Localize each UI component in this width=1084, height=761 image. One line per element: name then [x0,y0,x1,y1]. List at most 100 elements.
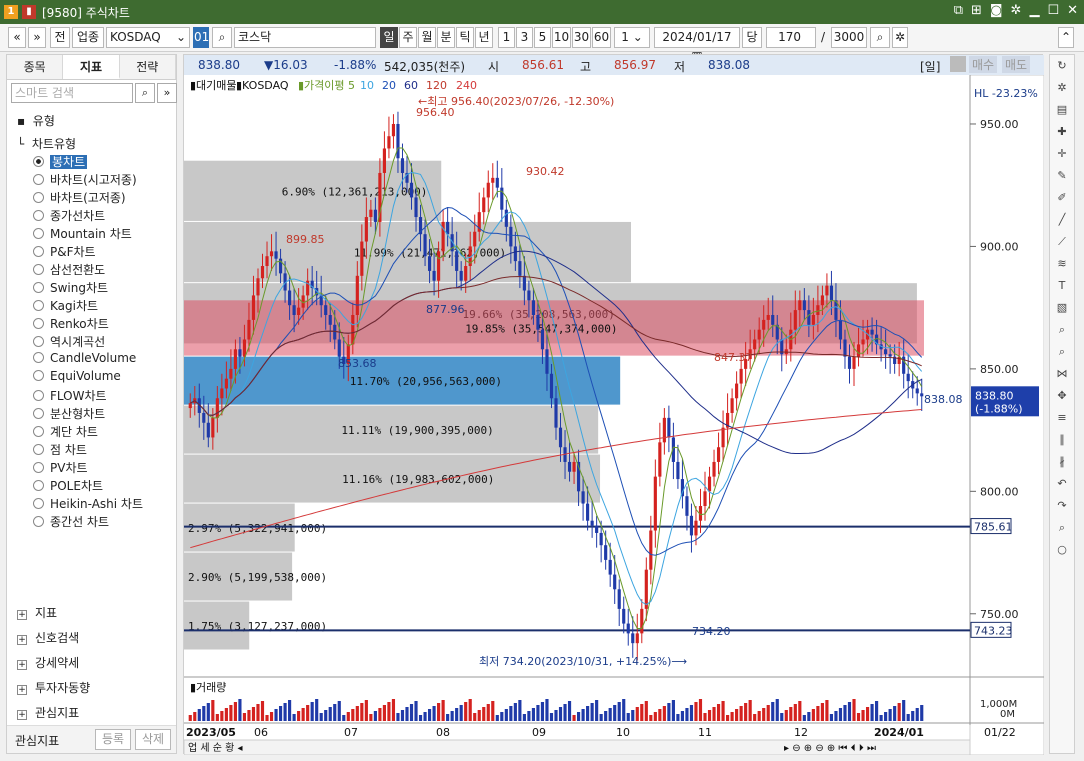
zoom-icon[interactable]: ⌕ [1050,341,1074,363]
register-button[interactable]: 등록 [95,729,131,750]
buy-button[interactable]: 매수 [969,56,998,73]
pattern-icon[interactable]: ✥ [1050,385,1074,407]
section-favorite[interactable]: + 관심지표 [17,704,79,721]
chart-type-item[interactable]: 점 차트 [33,441,87,458]
period-tab[interactable]: 주 [399,27,417,48]
mult-button[interactable]: 60 [592,27,611,48]
chart-type-item[interactable]: EquiVolume [33,369,121,383]
zoom-icon[interactable]: ⌕ [870,27,890,48]
maximize-icon[interactable]: ☐ [1047,3,1059,18]
search-icon[interactable]: ⌕ [212,27,232,48]
search-icon[interactable]: ⌕ [135,83,155,103]
chart-area[interactable]: 838.80 ▼16.03 -1.88% 542,035(천주) 시 856.6… [183,54,1044,755]
bars-icon[interactable]: ∦ [1050,451,1074,473]
gear-icon[interactable] [950,56,966,72]
chart-type-item[interactable]: 계단 차트 [33,423,98,440]
mult-button[interactable]: 3 [516,27,533,48]
gear-icon[interactable]: ✲ [1050,77,1074,99]
tab-strategy[interactable]: 전략 [119,55,176,79]
expand-icon[interactable]: » [157,83,177,103]
date-field[interactable]: 2024/01/17 ▦ [654,27,740,63]
crosshair-icon[interactable]: ✛ [1050,143,1074,165]
settings-icon[interactable]: ✲ [1011,3,1022,18]
fill-icon[interactable]: ▧ [1050,297,1074,319]
search-icon[interactable]: ⌕ [1050,517,1074,539]
period-tab[interactable]: 월 [418,27,436,48]
chart-type-item[interactable]: Renko차트 [33,315,109,332]
section-investor[interactable]: + 투자자동향 [17,679,90,696]
chart-type-item[interactable]: 바차트(고저종) [33,189,126,206]
text-icon[interactable]: T [1050,275,1074,297]
bars-icon[interactable]: ∥ [1050,429,1074,451]
chart-type-item[interactable]: 분산형차트 [33,405,105,422]
unit-label[interactable]: 당 [742,27,762,48]
chart-type-item[interactable]: 역시계곡선 [33,333,105,350]
chart-type-item[interactable]: P&F차트 [33,243,96,260]
zoom-icon[interactable]: ⌕ [1050,319,1074,341]
code-box[interactable]: 01 [193,27,209,48]
nav-next-button[interactable]: » [28,27,46,48]
mult-button[interactable]: 30 [572,27,591,48]
refresh-icon[interactable]: ↻ [1050,55,1074,77]
pattern-icon[interactable]: ⋈ [1050,363,1074,385]
crosshair-icon[interactable]: ✚ [1050,121,1074,143]
period-tab[interactable]: 일 [380,27,398,48]
chevron-up-icon[interactable]: ⌃ [1058,27,1074,48]
pen-icon[interactable]: ✎ [1050,165,1074,187]
period-tab[interactable]: 년 [475,27,493,48]
mult-select[interactable]: 1 ⌄ [614,27,650,48]
chart-type-item[interactable]: PV차트 [33,459,88,476]
new-window-icon[interactable]: ⊞ [971,3,982,18]
chart-type-item[interactable]: CandleVolume [33,351,136,365]
chart-type-item[interactable]: 종가선차트 [33,207,105,224]
tab-stocks[interactable]: 종목 [7,55,64,79]
mult-button[interactable]: 10 [552,27,571,48]
line-icon[interactable]: ⟋ [1050,231,1074,253]
chart-icon[interactable]: ▤ [1050,99,1074,121]
chart-type-item[interactable]: Mountain 차트 [33,225,132,242]
close-icon[interactable]: ✕ [1067,3,1078,18]
chart-type-item[interactable]: FLOW차트 [33,387,107,404]
count-stepper[interactable]: 170 [766,27,816,48]
link-icon[interactable]: ⧉ [954,3,963,18]
section-strength[interactable]: + 강세약세 [17,654,79,671]
section-type[interactable]: ▪ 유형 [17,112,55,129]
period-tab[interactable]: 분 [437,27,455,48]
circle-icon[interactable]: ○ [1050,539,1074,561]
price-chart[interactable]: 6.90% (12,361,213,000)11.99% (21,471,162… [184,75,1044,755]
name-field[interactable]: 코스닥 [234,27,376,48]
pen-icon[interactable]: ✐ [1050,187,1074,209]
sector-button[interactable]: 업종 [72,27,104,48]
chart-type-item[interactable]: 봉차트 [33,153,88,170]
auto-icon[interactable]: ≋ [1050,253,1074,275]
period-tab[interactable]: 틱 [456,27,474,48]
chart-type-item[interactable]: Heikin-Ashi 차트 [33,495,143,512]
chart-type-item[interactable]: Swing차트 [33,279,108,296]
prev-button[interactable]: 전 [50,27,70,48]
mult-button[interactable]: 5 [534,27,551,48]
chart-type-item[interactable]: 삼선전환도 [33,261,105,278]
tree-parent[interactable]: └ 차트유형 [17,135,76,152]
undo-icon[interactable]: ↶ [1050,473,1074,495]
gear-icon[interactable]: ✲ [892,27,908,48]
minimize-icon[interactable]: ▁ [1029,3,1039,18]
fibonacci-icon[interactable]: ≡ [1050,407,1074,429]
search-input[interactable]: 스마트 검색 [11,83,133,103]
section-indicators[interactable]: + 지표 [17,604,57,621]
sell-button[interactable]: 매도 [1002,56,1031,73]
chart-type-item[interactable]: Kagi차트 [33,297,98,314]
mult-button[interactable]: 1 [498,27,515,48]
market-select[interactable]: KOSDAQ ⌄ [106,27,190,48]
tab-indicators[interactable]: 지표 [63,55,120,79]
line-icon[interactable]: ╱ [1050,209,1074,231]
layout-icon[interactable]: ▮ [22,5,36,19]
camera-icon[interactable]: ◙ [990,3,1003,18]
delete-button[interactable]: 삭제 [135,729,171,750]
chart-type-item[interactable]: 바차트(시고저종) [33,171,137,188]
chart-type-item[interactable]: 종간선 차트 [33,513,109,530]
redo-icon[interactable]: ↷ [1050,495,1074,517]
nav-prev-button[interactable]: « [8,27,26,48]
total-field[interactable]: 3000 [831,27,867,48]
chart-type-item[interactable]: POLE차트 [33,477,103,494]
section-signal[interactable]: + 신호검색 [17,629,79,646]
